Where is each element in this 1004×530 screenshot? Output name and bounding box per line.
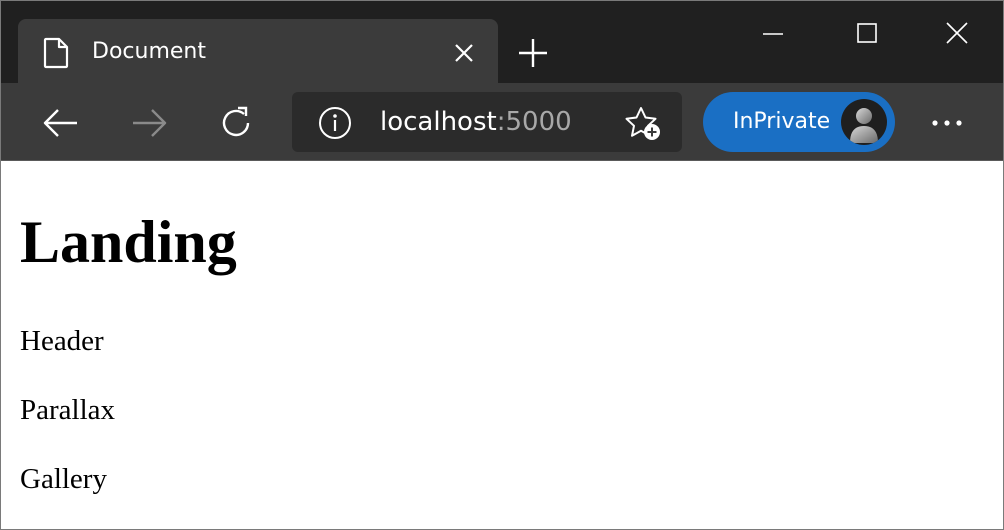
inprivate-label: InPrivate [733, 109, 831, 134]
item-parallax: Parallax [20, 394, 116, 426]
item-gallery: Gallery [20, 463, 107, 495]
item-header: Header [20, 325, 104, 357]
new-tab-icon[interactable] [515, 35, 551, 71]
minimize-icon[interactable] [749, 11, 797, 55]
add-favorite-star-icon[interactable] [624, 106, 662, 142]
tab-document[interactable]: Document [18, 19, 498, 83]
browser-window: Document localhost:5000 InPrivate Landin… [0, 0, 1004, 530]
more-options-icon[interactable] [925, 101, 969, 145]
info-icon[interactable] [318, 106, 352, 140]
tab-title: Document [92, 39, 206, 64]
document-icon [42, 37, 70, 69]
title-bar: Document [1, 1, 1003, 83]
address-bar[interactable]: localhost:5000 [292, 92, 682, 152]
maximize-icon[interactable] [843, 11, 891, 55]
avatar-icon [841, 99, 887, 145]
refresh-icon[interactable] [214, 101, 258, 145]
inprivate-profile-button[interactable]: InPrivate [703, 92, 895, 152]
back-arrow-icon[interactable] [39, 101, 83, 145]
close-window-icon[interactable] [933, 11, 981, 55]
toolbar: localhost:5000 InPrivate [1, 83, 1003, 161]
url-host: localhost [380, 107, 497, 137]
forward-arrow-icon[interactable] [127, 101, 171, 145]
page-title: Landing [20, 209, 237, 275]
url-port: :5000 [496, 107, 572, 137]
close-tab-icon[interactable] [450, 39, 478, 67]
page-content: Landing Header Parallax Gallery [2, 162, 1002, 529]
url-text: localhost:5000 [380, 107, 572, 137]
